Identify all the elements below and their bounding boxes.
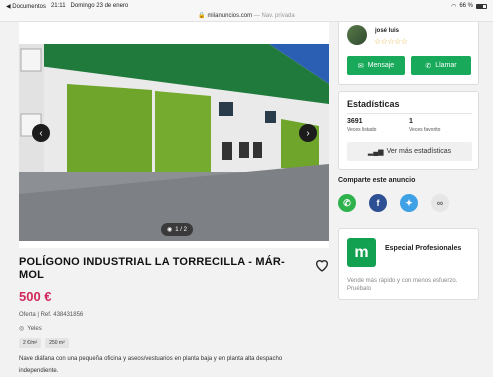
status-time: 21:11 — [50, 2, 66, 9]
battery-percent: 66 % — [459, 3, 473, 9]
next-photo-button[interactable]: › — [299, 124, 317, 142]
url-bar[interactable]: 🔒 milanuncios.com — Nav. privada — [0, 12, 493, 22]
listing-description: Nave diáfana con una pequeña oficina y a… — [19, 356, 283, 374]
favorites-count: 1 — [409, 118, 413, 125]
facebook-share-button[interactable]: f — [369, 194, 387, 212]
views-count: 3691 — [347, 118, 363, 125]
chevron-right-icon: › — [306, 127, 310, 139]
call-button[interactable]: ✆ Llamar — [411, 56, 471, 75]
bar-chart-icon: ▂▄▆ — [367, 148, 384, 156]
seller-name[interactable]: josé luis — [375, 28, 399, 34]
back-to-app-link[interactable]: ◀ Documentos — [6, 3, 46, 10]
location-pin-icon: ◎ — [19, 326, 25, 332]
tag-area: 250 m² — [45, 338, 69, 348]
listing-tags: 2 €/m² 250 m² — [19, 338, 69, 348]
url-host: milanuncios.com — [207, 13, 253, 19]
whatsapp-share-button[interactable]: ✆ — [338, 194, 356, 212]
status-bar: ◀ Documentos 21:11 Domingo 23 de enero ◠… — [0, 0, 493, 12]
photo-gallery: ‹ › ◉ 1 / 2 — [19, 22, 329, 248]
seller-card: josé luis ☆☆☆☆☆ ✉ Mensaje ✆ Llamar — [338, 22, 479, 85]
listing-photo[interactable] — [19, 44, 329, 241]
chevron-left-icon: ‹ — [39, 127, 43, 139]
pro-text: Vende más rápido y con menos esfuerzo. P… — [347, 278, 458, 292]
previous-photo-button[interactable]: ‹ — [32, 124, 50, 142]
facebook-icon: f — [376, 198, 380, 208]
twitter-icon: ✦ — [405, 197, 413, 208]
mail-icon: ✉ — [357, 62, 364, 70]
avatar[interactable] — [347, 25, 367, 45]
stats-card: Estadísticas 3691 Veces listado 1 Veces … — [338, 91, 479, 170]
more-stats-button[interactable]: ▂▄▆ Ver más estadísticas — [347, 142, 472, 161]
tag-price-per-m2: 2 €/m² — [19, 338, 42, 348]
views-label: Veces listado — [347, 127, 377, 133]
listing-meta: Oferta | Ref. 438431856 — [19, 312, 84, 318]
battery-icon — [476, 3, 487, 9]
status-date: Domingo 23 de enero — [70, 2, 129, 9]
whatsapp-icon: ✆ — [343, 197, 351, 208]
private-mode-label: — Nav. privada — [253, 13, 295, 19]
stats-divider — [347, 113, 472, 114]
share-title: Comparte este anuncio — [338, 177, 416, 184]
favorites-label: Veces favorito — [409, 127, 441, 133]
copy-link-button[interactable]: ∞ — [431, 194, 449, 212]
link-icon: ∞ — [436, 198, 444, 208]
wifi-icon: ◠ — [451, 3, 457, 10]
photo-counter: ◉ 1 / 2 — [161, 223, 193, 236]
message-button[interactable]: ✉ Mensaje — [347, 56, 405, 75]
twitter-share-button[interactable]: ✦ — [400, 194, 418, 212]
pro-logo: m — [347, 238, 376, 267]
pro-title: Especial Profesionales — [385, 245, 462, 252]
listing-title: POLÍGONO INDUSTRIAL LA TORRECILLA - MÁR-… — [19, 256, 285, 281]
photo-counter-text: 1 / 2 — [175, 226, 187, 233]
heart-icon[interactable] — [314, 257, 330, 273]
listing-price: 500 € — [19, 289, 52, 304]
lock-icon: 🔒 — [198, 13, 206, 19]
location-text: Yeles — [27, 325, 42, 332]
camera-icon: ◉ — [167, 227, 173, 233]
rating-stars: ☆☆☆☆☆ — [374, 37, 408, 46]
pro-promo-card[interactable]: m Especial Profesionales Vende más rápid… — [338, 228, 479, 300]
phone-icon: ✆ — [425, 62, 432, 70]
stats-title: Estadísticas — [347, 99, 400, 109]
more-stats-label: Ver más estadísticas — [386, 148, 452, 155]
message-button-label: Mensaje — [367, 62, 395, 69]
listing-location: ◎ Yeles — [19, 325, 42, 333]
call-button-label: Llamar — [435, 62, 457, 69]
